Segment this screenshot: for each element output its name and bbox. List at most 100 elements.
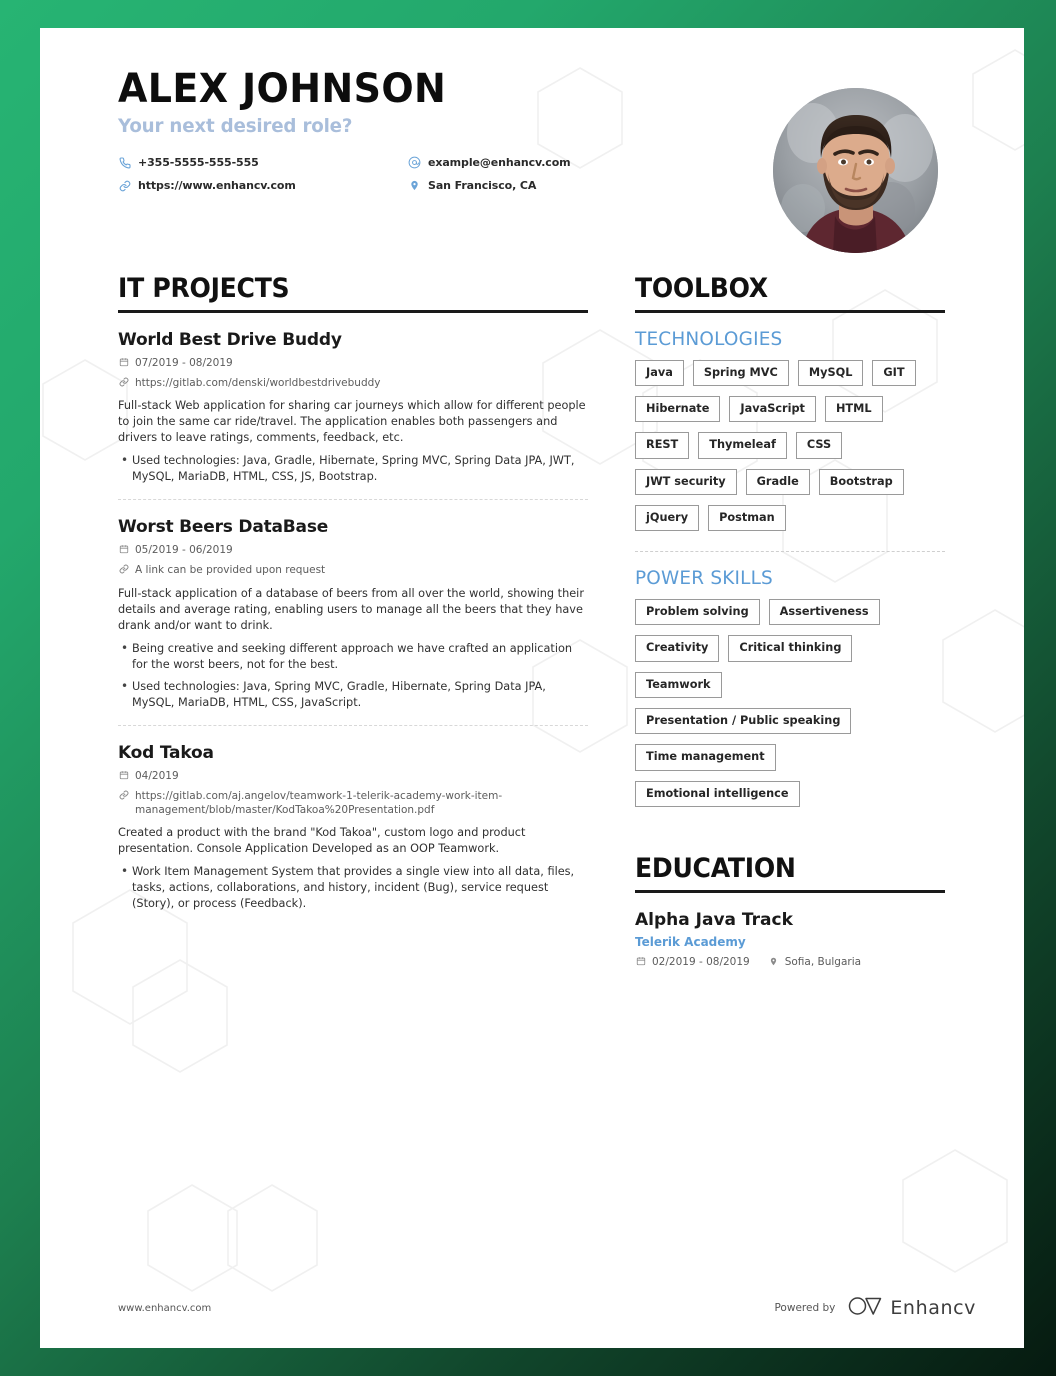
technologies-tag-list: Java Spring MVC MySQL GIT Hibernate Java… <box>635 359 945 532</box>
link-icon <box>118 564 129 574</box>
power-skill-tag[interactable]: Time management <box>635 744 776 771</box>
project-link: https://gitlab.com/aj.angelov/teamwork-1… <box>135 789 503 817</box>
hexagon-watermark <box>970 48 1024 152</box>
education-date: 02/2019 - 08/2019 <box>652 955 750 968</box>
project-date-row: 07/2019 - 08/2019 <box>118 356 588 370</box>
project-bullets: Used technologies: Java, Gradle, Hiberna… <box>118 452 588 485</box>
hexagon-watermark <box>145 1183 240 1293</box>
subsection-title-technologies: TECHNOLOGIES <box>635 327 783 350</box>
contact-website-text: https://www.enhancv.com <box>138 179 296 192</box>
contact-email[interactable]: example@enhancv.com <box>408 151 698 174</box>
power-skill-tag[interactable]: Problem solving <box>635 599 760 626</box>
location-icon <box>408 179 421 192</box>
powered-by-label: Powered by <box>774 1302 836 1314</box>
enhancv-brand[interactable]: Enhancv <box>847 1295 976 1321</box>
calendar-icon <box>118 770 129 780</box>
contact-location-text: San Francisco, CA <box>428 179 537 192</box>
enhancv-logo-icon <box>847 1295 883 1321</box>
project-link-row[interactable]: https://gitlab.com/denski/worldbestdrive… <box>118 376 588 390</box>
section-rule <box>635 889 945 893</box>
project-entry: World Best Drive Buddy 07/2019 - 08/2019… <box>118 313 588 501</box>
link-icon <box>118 377 129 387</box>
technology-tag[interactable]: jQuery <box>635 504 700 532</box>
hexagon-watermark <box>900 1148 1010 1274</box>
education-meta: 02/2019 - 08/2019 Sofia, Bulgaria <box>635 955 945 969</box>
project-title: Kod Takoa <box>118 742 214 763</box>
project-bullet: Work Item Management System that provide… <box>121 863 588 912</box>
project-date-row: 04/2019 <box>118 769 588 783</box>
technology-tag[interactable]: JavaScript <box>729 395 816 423</box>
hexagon-watermark <box>940 608 1024 734</box>
section-title-education: EDUCATION <box>635 852 796 884</box>
technology-tag[interactable]: CSS <box>795 432 843 459</box>
technology-tag[interactable]: Hibernate <box>635 395 721 423</box>
project-entry: Worst Beers DataBase 05/2019 - 06/2019 A… <box>118 500 588 726</box>
subsection-title-power-skills: POWER SKILLS <box>635 567 773 590</box>
section-title-toolbox: TOOLBOX <box>635 273 768 304</box>
technology-tag[interactable]: GIT <box>872 359 916 386</box>
education-date-row: 02/2019 - 08/2019 <box>635 955 750 969</box>
technology-tag[interactable]: Gradle <box>745 468 810 495</box>
power-skills-tag-list: Problem solving Assertiveness Creativity… <box>635 599 945 807</box>
technology-tag[interactable]: JWT security <box>635 468 737 495</box>
technology-tag[interactable]: HTML <box>824 395 883 423</box>
power-skill-tag[interactable]: Emotional intelligence <box>635 780 800 807</box>
project-title: World Best Drive Buddy <box>118 329 342 350</box>
page-title: ALEX JOHNSON <box>118 66 447 112</box>
avatar <box>773 88 938 253</box>
education-organization: Telerik Academy <box>635 934 746 949</box>
project-link-row[interactable]: A link can be provided upon request <box>118 563 588 577</box>
hexagon-watermark <box>130 958 230 1074</box>
project-date-row: 05/2019 - 06/2019 <box>118 543 588 557</box>
email-icon <box>408 156 421 169</box>
project-bullet: Used technologies: Java, Spring MVC, Gra… <box>121 678 588 711</box>
projects-column: IT PROJECTS World Best Drive Buddy 07/20… <box>118 274 588 918</box>
contact-phone-text: +355-5555-555-555 <box>138 156 259 169</box>
education-section: EDUCATION Alpha Java Track Telerik Acade… <box>635 854 945 969</box>
project-link-row[interactable]: https://gitlab.com/aj.angelov/teamwork-1… <box>118 789 588 817</box>
power-skill-tag[interactable]: Teamwork <box>635 671 722 699</box>
toolbox-divider <box>635 551 945 553</box>
resume-footer: www.enhancv.com Powered by Enhancv <box>118 1295 976 1321</box>
project-description: Full-stack application of a database of … <box>118 586 584 632</box>
technology-tag[interactable]: REST <box>635 432 690 459</box>
hexagon-watermark <box>40 358 130 462</box>
resume-header: ALEX JOHNSON Your next desired role? +35… <box>118 68 948 253</box>
education-location-row: Sofia, Bulgaria <box>768 955 861 969</box>
technology-tag[interactable]: MySQL <box>797 359 864 386</box>
project-link: A link can be provided upon request <box>135 564 326 577</box>
enhancv-brand-name: Enhancv <box>890 1297 976 1319</box>
power-skill-tag[interactable]: Presentation / Public speaking <box>635 708 852 735</box>
project-description: Created a product with the brand "Kod Ta… <box>118 826 526 856</box>
project-entry: Kod Takoa 04/2019 https://gitlab.com/aj.… <box>118 726 588 913</box>
section-rule <box>635 309 945 313</box>
technology-tag[interactable]: Thymeleaf <box>698 432 787 459</box>
technology-tag[interactable]: Java <box>635 359 684 386</box>
technology-tag[interactable]: Bootstrap <box>818 468 904 495</box>
hexagon-watermark <box>225 1183 320 1293</box>
contact-phone[interactable]: +355-5555-555-555 <box>118 151 408 174</box>
project-date: 05/2019 - 06/2019 <box>135 544 233 557</box>
technology-tag[interactable]: Postman <box>708 504 786 532</box>
section-title-projects: IT PROJECTS <box>118 273 290 304</box>
project-bullet: Being creative and seeking different app… <box>121 640 588 673</box>
power-skill-tag[interactable]: Creativity <box>635 635 720 662</box>
calendar-icon <box>118 544 129 554</box>
contact-list: +355-5555-555-555 example@enhancv.com ht… <box>118 151 698 197</box>
contact-website[interactable]: https://www.enhancv.com <box>118 174 408 197</box>
link-icon <box>118 790 129 800</box>
power-skill-tag[interactable]: Assertiveness <box>768 599 880 626</box>
calendar-icon <box>118 357 129 367</box>
power-skill-tag[interactable]: Critical thinking <box>728 635 853 662</box>
technology-tag[interactable]: Spring MVC <box>692 359 789 386</box>
project-bullet: Used technologies: Java, Gradle, Hiberna… <box>121 452 588 485</box>
project-date: 07/2019 - 08/2019 <box>135 356 233 369</box>
resume-page: ALEX JOHNSON Your next desired role? +35… <box>40 28 1024 1348</box>
education-location: Sofia, Bulgaria <box>784 955 862 968</box>
footer-url[interactable]: www.enhancv.com <box>118 1303 211 1314</box>
education-degree: Alpha Java Track <box>635 909 793 930</box>
toolbox-column: TOOLBOX TECHNOLOGIES Java Spring MVC MyS… <box>635 274 945 969</box>
contact-email-text: example@enhancv.com <box>428 156 571 169</box>
project-description: Full-stack Web application for sharing c… <box>118 399 586 445</box>
contact-location[interactable]: San Francisco, CA <box>408 174 698 197</box>
